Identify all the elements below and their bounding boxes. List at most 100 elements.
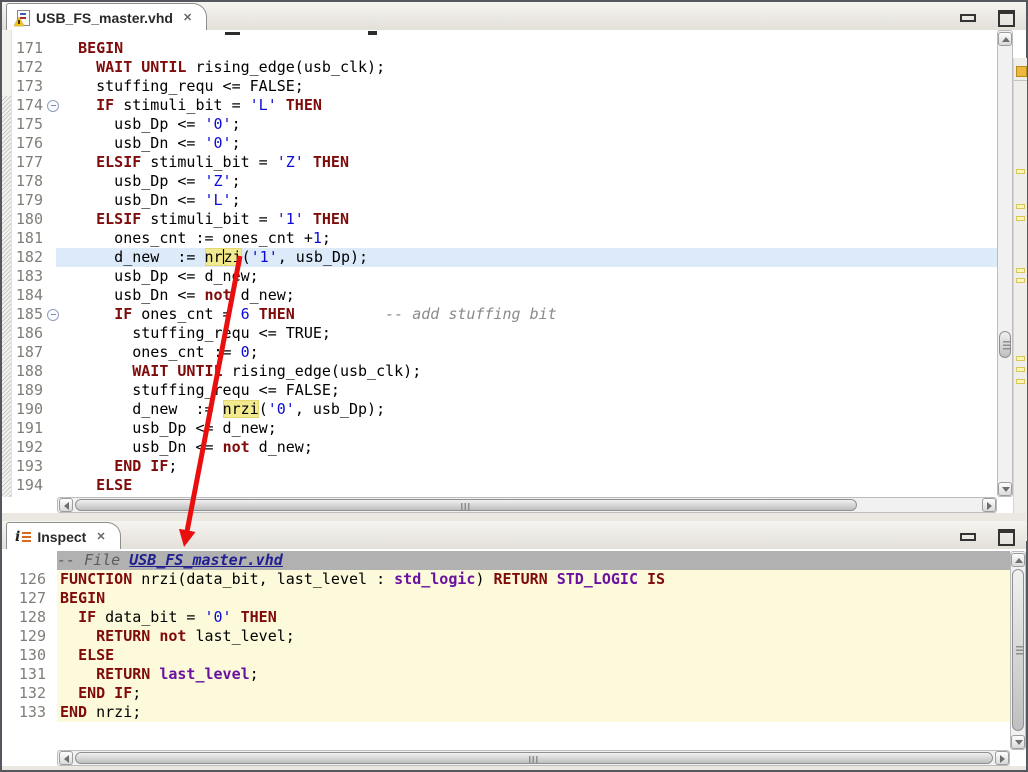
close-icon[interactable]: ✕ [183,11,192,24]
line-number: 189 [2,381,58,400]
code-line[interactable]: BEGIN [56,39,997,58]
scroll-down-button[interactable] [998,482,1012,496]
code-line[interactable]: RETURN not last_level; [57,627,1010,646]
occurrence-marker[interactable] [1016,367,1025,372]
code-line[interactable]: END IF; [56,457,997,476]
code-line[interactable]: d_new := nrzi('1', usb_Dp); [56,248,997,267]
code-line[interactable]: ELSE [56,476,997,495]
overview-separator [1014,80,1027,81]
line-number-label: 173 [12,77,43,96]
code-line[interactable]: stuffing_requ <= TRUE; [56,324,997,343]
line-number: 181 [2,229,58,248]
inspect-code-area[interactable]: FUNCTION nrzi(data_bit, last_level : std… [57,570,1010,722]
code-line[interactable]: usb_Dn <= '0'; [56,134,997,153]
code-line[interactable]: END IF; [57,684,1010,703]
code-line[interactable]: usb_Dn <= not d_new; [56,438,997,457]
line-number: 174 [2,96,58,115]
code-line[interactable]: ones_cnt := ones_cnt +1; [56,229,997,248]
occurrence-marker[interactable] [1016,356,1025,361]
ide-window: USB_FS_master.vhd ✕ 17117217317417517617… [0,0,1028,772]
occurrence-marker[interactable] [1016,268,1025,273]
down-arrow-icon [1002,487,1010,492]
inspect-line-numbers: 126127128129130131132133 [2,570,52,722]
line-number: 177 [2,153,58,172]
code-line[interactable]: WAIT UNTIL rising_edge(usb_clk); [56,362,997,381]
code-line[interactable]: WAIT UNTIL rising_edge(usb_clk); [56,58,997,77]
line-number: 183 [2,267,58,286]
overview-status-square[interactable] [1016,66,1027,77]
scroll-right-button[interactable] [982,498,996,512]
inspect-horizontal-scroll-thumb[interactable] [75,752,993,764]
file-link[interactable]: USB_FS_master.vhd [129,551,283,569]
line-number: 182 [2,248,58,267]
inspect-tab-title: Inspect [37,529,86,545]
occurrence-marker[interactable] [1016,204,1025,209]
inspect-vertical-scroll-thumb[interactable] [1012,569,1024,731]
code-line[interactable]: BEGIN [57,589,1010,608]
code-line[interactable]: ELSIF stimuli_bit = '1' THEN [56,210,997,229]
vertical-scrollbar[interactable] [997,30,1013,497]
line-number: 188 [2,362,58,381]
minimize-icon[interactable] [960,533,976,541]
clipped-text-remnant [368,31,377,35]
overview-ruler[interactable] [1013,58,1027,541]
scroll-left-button[interactable] [59,498,73,512]
horizontal-scroll-thumb[interactable] [75,499,857,511]
inspect-tab[interactable]: i Inspect ✕ [6,522,121,550]
line-number-label: 175 [12,115,43,134]
line-number-label: 126 [8,570,46,589]
code-line[interactable]: IF stimuli_bit = 'L' THEN [56,96,997,115]
maximize-icon[interactable] [998,10,1015,27]
line-number-label: 178 [12,172,43,191]
code-line[interactable]: usb_Dp <= 'Z'; [56,172,997,191]
code-line[interactable]: IF ones_cnt = 6 THEN -- add stuffing bit [56,305,997,324]
line-number: 176 [2,134,58,153]
code-line[interactable]: usb_Dn <= not d_new; [56,286,997,305]
inspect-vertical-scrollbar[interactable] [1010,551,1026,750]
scroll-down-button[interactable] [1011,735,1025,749]
code-line[interactable]: END nrzi; [57,703,1010,722]
line-number-label: 177 [12,153,43,172]
horizontal-scrollbar[interactable] [57,497,997,513]
inspect-tabbar: i Inspect ✕ [2,521,1026,550]
maximize-icon[interactable] [998,529,1015,546]
warning-bang [18,20,20,24]
scroll-up-button[interactable] [1011,553,1025,567]
inspect-i-glyph: i [15,530,20,544]
code-line[interactable]: ELSIF stimuli_bit = 'Z' THEN [56,153,997,172]
occurrence-marker[interactable] [1016,169,1025,174]
code-line[interactable]: stuffing_requ <= FALSE; [56,381,997,400]
inspect-horizontal-scrollbar[interactable] [57,750,1010,766]
line-number: 128 [2,608,52,627]
code-line[interactable]: stuffing_requ <= FALSE; [56,77,997,96]
line-number-label: 188 [12,362,43,381]
file-decoration [20,13,26,15]
code-area[interactable]: BEGIN WAIT UNTIL rising_edge(usb_clk); s… [56,39,997,495]
panel-sash[interactable] [2,513,1026,521]
code-line[interactable]: IF data_bit = '0' THEN [57,608,1010,627]
vertical-scroll-thumb[interactable] [999,331,1011,358]
code-line[interactable]: RETURN last_level; [57,665,1010,684]
code-line[interactable]: ELSE [57,646,1010,665]
thumb-grip [461,503,471,511]
code-line[interactable]: usb_Dn <= 'L'; [56,191,997,210]
minimize-icon[interactable] [960,14,976,22]
line-number-label: 182 [12,248,43,267]
occurrence-marker[interactable] [1016,278,1025,283]
scroll-right-button[interactable] [995,751,1009,765]
editor-tab[interactable]: USB_FS_master.vhd ✕ [6,3,207,31]
code-line[interactable]: ones_cnt := 0; [56,343,997,362]
line-number-label: 176 [12,134,43,153]
close-icon[interactable]: ✕ [96,530,105,543]
scroll-left-button[interactable] [59,751,73,765]
thumb-grip [1016,646,1024,655]
occurrence-marker[interactable] [1016,379,1025,384]
code-line[interactable]: FUNCTION nrzi(data_bit, last_level : std… [57,570,1010,589]
code-line[interactable]: usb_Dp <= '0'; [56,115,997,134]
code-line[interactable]: usb_Dp <= d_new; [56,267,997,286]
code-line[interactable]: d_new := nrzi('0', usb_Dp); [56,400,997,419]
occurrence-marker[interactable] [1016,216,1025,221]
line-number-label: 183 [12,267,43,286]
code-line[interactable]: usb_Dp <= d_new; [56,419,997,438]
scroll-up-button[interactable] [998,32,1012,46]
